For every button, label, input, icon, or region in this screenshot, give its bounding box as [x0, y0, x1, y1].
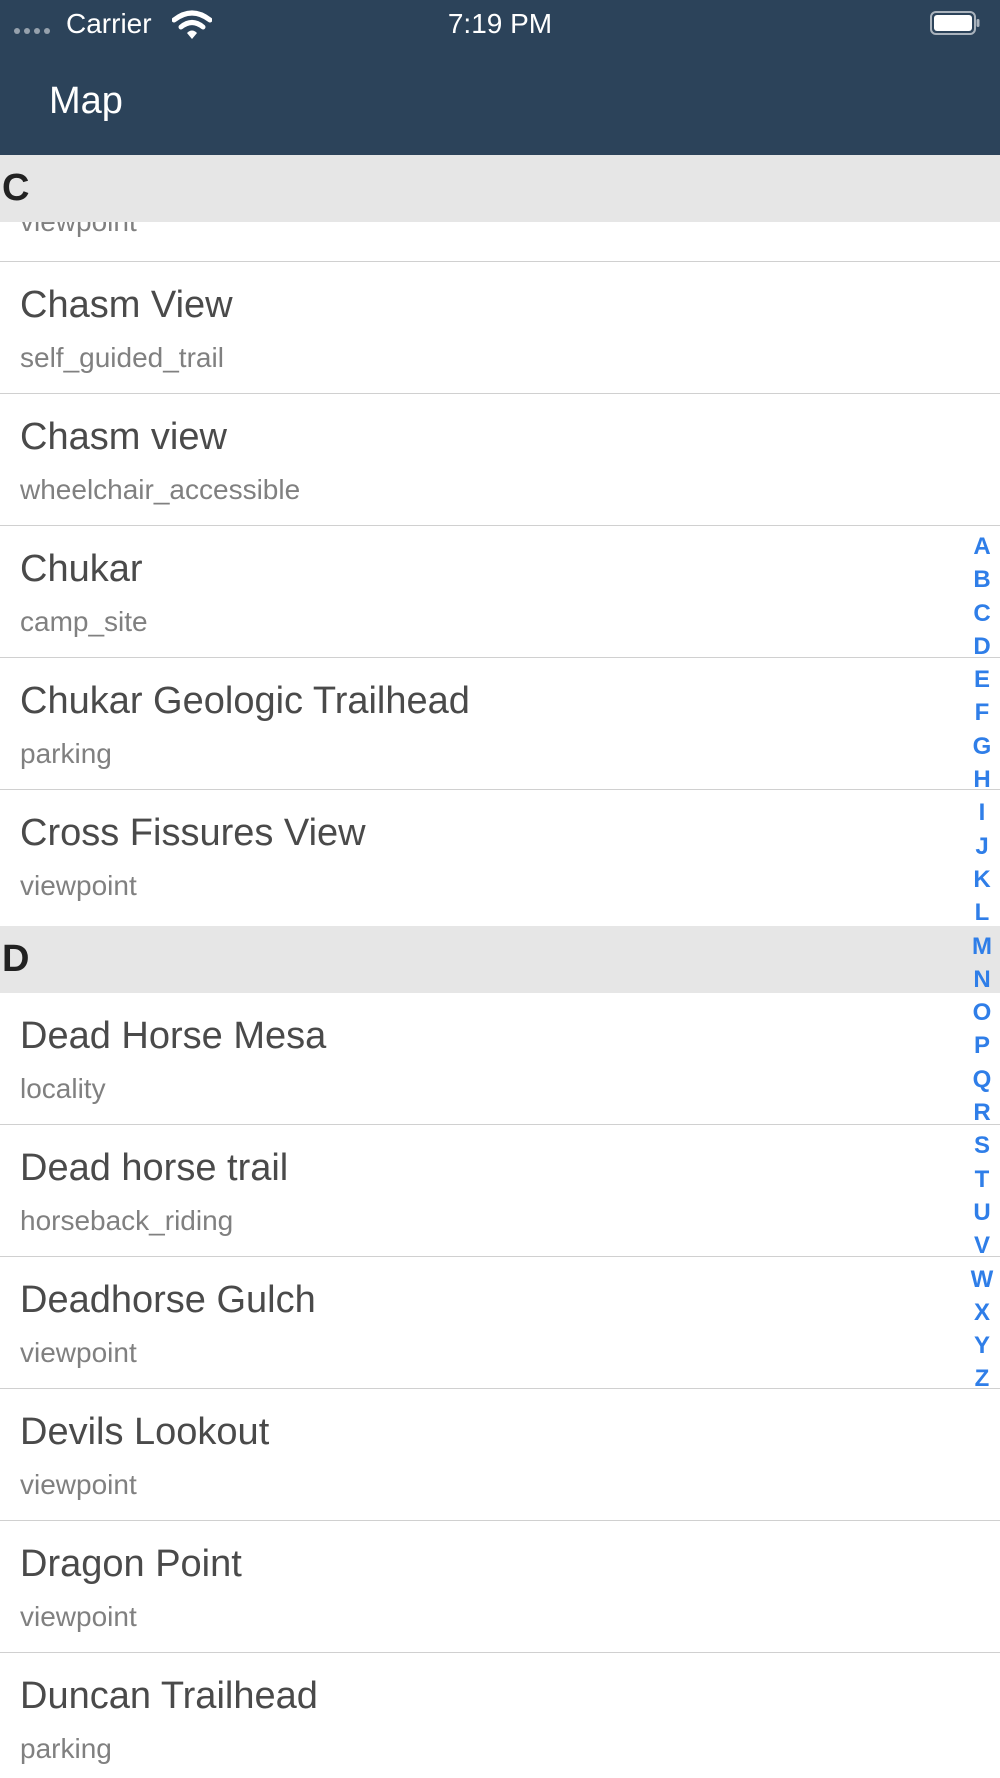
index-letter-n[interactable]: N	[966, 963, 998, 996]
index-letter-t[interactable]: T	[966, 1163, 998, 1196]
list-item[interactable]: Chukar Geologic Trailhead parking	[0, 658, 1000, 790]
list-item-title: Dead Horse Mesa	[20, 1015, 327, 1057]
page-title: Map	[49, 80, 123, 122]
list-item-subtitle: viewpoint	[20, 1601, 137, 1632]
index-letter-d[interactable]: D	[966, 630, 998, 663]
list-item[interactable]: Dead Horse Mesa locality	[0, 993, 1000, 1125]
list-item[interactable]: viewpoint	[0, 222, 1000, 262]
index-letter-p[interactable]: P	[966, 1029, 998, 1062]
list-item[interactable]: Deadhorse Gulch viewpoint	[0, 1257, 1000, 1389]
list-item-subtitle: self_guided_trail	[20, 342, 224, 373]
list-item-subtitle: locality	[20, 1073, 106, 1104]
section-header-label: D	[2, 938, 30, 980]
index-letter-y[interactable]: Y	[966, 1329, 998, 1362]
section-header-d: D	[0, 926, 1000, 993]
index-letter-o[interactable]: O	[966, 996, 998, 1029]
list-item-subtitle: viewpoint	[20, 1469, 137, 1500]
list-item-title: Chasm View	[20, 284, 233, 326]
list-item-title: Dragon Point	[20, 1543, 242, 1585]
list-item-subtitle: viewpoint	[20, 870, 137, 901]
index-letter-e[interactable]: E	[966, 663, 998, 696]
list-item-title: Dead horse trail	[20, 1147, 289, 1189]
index-letter-s[interactable]: S	[966, 1129, 998, 1162]
index-letter-q[interactable]: Q	[966, 1063, 998, 1096]
list-item-title: Devils Lookout	[20, 1411, 270, 1453]
index-letter-m[interactable]: M	[966, 930, 998, 963]
index-letter-u[interactable]: U	[966, 1196, 998, 1229]
section-index[interactable]: ABCDEFGHIJKLMNOPQRSTUVWXYZ	[966, 530, 998, 1396]
list-item-title: Duncan Trailhead	[20, 1675, 318, 1717]
list-item[interactable]: Dragon Point viewpoint	[0, 1521, 1000, 1653]
list-item-subtitle: wheelchair_accessible	[20, 474, 301, 505]
index-letter-z[interactable]: Z	[966, 1362, 998, 1395]
index-letter-h[interactable]: H	[966, 763, 998, 796]
index-letter-g[interactable]: G	[966, 730, 998, 763]
index-letter-a[interactable]: A	[966, 530, 998, 563]
index-letter-c[interactable]: C	[966, 597, 998, 630]
list-item-title: Chukar Geologic Trailhead	[20, 680, 470, 722]
index-letter-w[interactable]: W	[966, 1263, 998, 1296]
index-letter-x[interactable]: X	[966, 1296, 998, 1329]
list-item[interactable]: Chukar camp_site	[0, 526, 1000, 658]
section-header-label: C	[2, 167, 30, 209]
list-item-subtitle: viewpoint	[20, 222, 137, 238]
status-bar: Carrier 7:19 PM	[0, 0, 1000, 48]
list-item[interactable]: Dead horse trail horseback_riding	[0, 1125, 1000, 1257]
index-letter-v[interactable]: V	[966, 1229, 998, 1262]
battery-icon	[930, 11, 980, 35]
index-letter-j[interactable]: J	[966, 830, 998, 863]
clock: 7:19 PM	[447, 8, 553, 39]
index-letter-f[interactable]: F	[966, 696, 998, 729]
index-letter-l[interactable]: L	[966, 896, 998, 929]
list-item[interactable]: Chasm view wheelchair_accessible	[0, 394, 1000, 526]
list-item-subtitle: camp_site	[20, 606, 148, 637]
list-item-subtitle: viewpoint	[20, 1337, 137, 1368]
index-letter-r[interactable]: R	[966, 1096, 998, 1129]
index-letter-b[interactable]: B	[966, 563, 998, 596]
list-item[interactable]: Chasm View self_guided_trail	[0, 262, 1000, 394]
list-item[interactable]: Devils Lookout viewpoint	[0, 1389, 1000, 1521]
list-item-title: Cross Fissures View	[20, 812, 366, 854]
section-header-c: C	[0, 155, 1000, 222]
index-letter-i[interactable]: I	[966, 796, 998, 829]
list-item-title: Chasm view	[20, 416, 227, 458]
list-item-subtitle: horseback_riding	[20, 1205, 234, 1236]
list-item-subtitle: parking	[20, 1733, 112, 1764]
list-item-title: Chukar	[20, 548, 143, 590]
list-item-title: Deadhorse Gulch	[20, 1279, 316, 1321]
navigation-bar: Map	[0, 48, 1000, 155]
list-item[interactable]: Duncan Trailhead parking	[0, 1653, 1000, 1778]
list-item-subtitle: parking	[20, 738, 112, 769]
list-item[interactable]: Cross Fissures View viewpoint	[0, 790, 1000, 922]
index-letter-k[interactable]: K	[966, 863, 998, 896]
places-list[interactable]: C viewpoint Chasm View self_guided_trail…	[0, 155, 1000, 1778]
